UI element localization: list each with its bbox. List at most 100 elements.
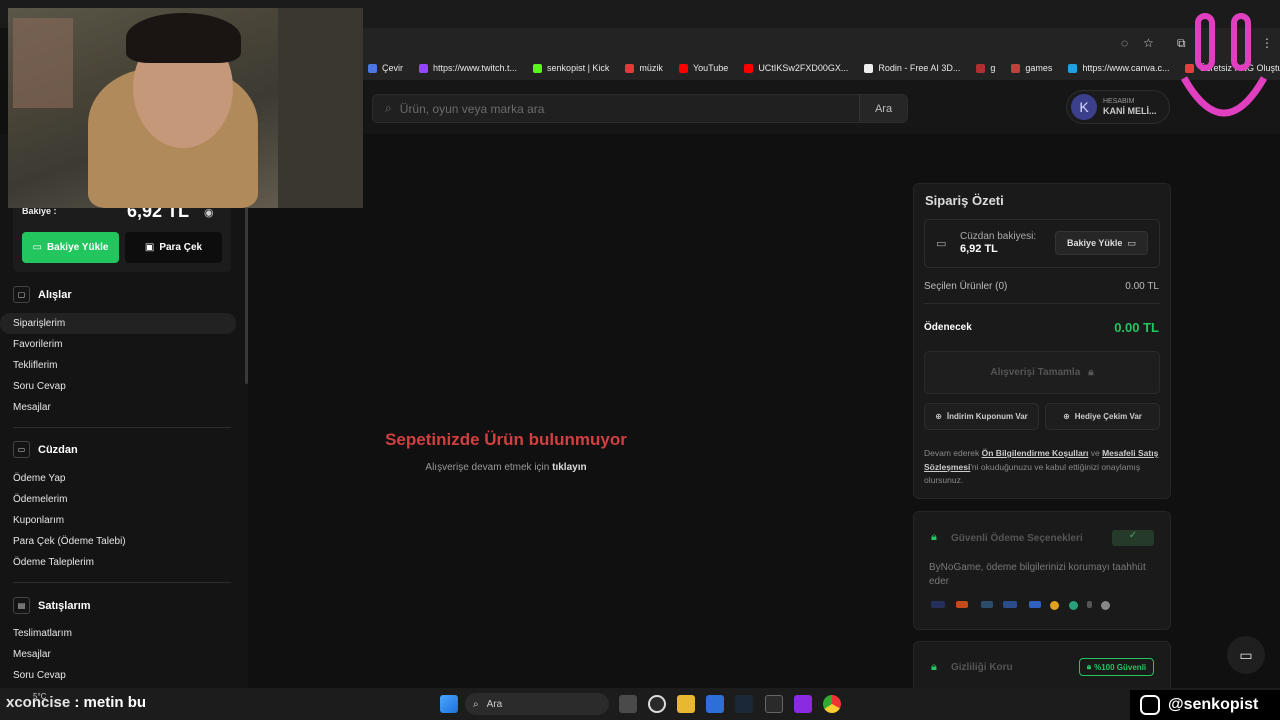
load-balance-label: Bakiye Yükle [46, 242, 109, 253]
due-value: 0.00 TL [1114, 320, 1159, 335]
bookmark-label: UCtIKSw2FXD00GX... [758, 63, 849, 73]
sidebar-item-sales-messages[interactable]: Mesajlar [0, 644, 236, 665]
app-icon[interactable] [794, 695, 812, 713]
bookmark-item[interactable]: UCtIKSw2FXD00GX... [736, 63, 856, 73]
cash-icon: ▣ [144, 242, 155, 253]
bookmark-item[interactable]: games [1003, 63, 1060, 73]
gift-button[interactable]: ⊕ Hediye Çekim Var [1045, 403, 1160, 430]
bookmark-label: senkopist | Kick [547, 63, 610, 73]
selected-items-label: Seçilen Ürünler (0) [924, 281, 1008, 292]
bookmark-icon [744, 63, 754, 73]
chat-icon: ▭ [1239, 646, 1253, 663]
sidebar-item-favorites[interactable]: Favorilerim [0, 334, 236, 355]
bookmarks-bar: Çevir https://www.twitch.t... senkopist | … [360, 56, 1280, 80]
bookmark-label: games [1025, 63, 1053, 73]
instagram-overlay: @senkopist [1130, 690, 1280, 720]
account-menu[interactable]: K HESABIM KANİ MELİ... [1066, 90, 1170, 124]
load-balance-button[interactable]: ▭ Bakiye Yükle [22, 232, 119, 263]
star-icon[interactable]: ☆ [1143, 36, 1154, 50]
bookmark-label: YouTube [692, 63, 729, 73]
coupon-button[interactable]: ⊕ İndirim Kuponum Var [924, 403, 1039, 430]
wallet-icon: ▭ [32, 242, 42, 253]
eye-off-icon[interactable]: ◌ [1121, 36, 1128, 50]
store-icon[interactable] [706, 695, 724, 713]
bookmark-item[interactable]: Rodin - Free AI 3D... [856, 63, 968, 73]
task-view-icon[interactable] [619, 695, 637, 713]
bookmark-item[interactable]: müzik [617, 63, 671, 73]
preliminary-info-link[interactable]: Ön Bilgilendirme Koşulları [982, 448, 1089, 458]
sidebar-item-offers[interactable]: Tekliflerim [0, 355, 236, 376]
divider [13, 582, 231, 583]
secure-text: ByNoGame, ödeme bilgilerinizi korumayı t… [929, 562, 1146, 587]
account-title: HESABIM [1103, 97, 1135, 105]
mastercard-icon [956, 601, 968, 608]
bookmark-icon [864, 63, 874, 73]
plus-icon: ⊕ [935, 412, 942, 421]
terms-part: ve [1088, 448, 1103, 458]
section-wallet: ▭ Cüzdan [13, 441, 78, 458]
bookmark-item[interactable]: senkopist | Kick [525, 63, 617, 73]
bookmark-icon [1068, 63, 1078, 73]
continue-shopping-link[interactable]: tıklayın [552, 462, 586, 473]
privacy-title: Gizliliği Koru [951, 662, 1013, 673]
app-icon[interactable] [648, 695, 666, 713]
chat-overlay: xconcise : metin bu [6, 694, 146, 711]
chrome-icon[interactable] [823, 695, 841, 713]
lock-icon: 🔒︎ [931, 661, 937, 673]
sidebar-item-payments[interactable]: Ödemelerim [0, 489, 236, 510]
wallet-balance-label: Cüzdan bakiyesi: [960, 231, 1037, 242]
secure-badge: 🔒︎ %100 Güvenli [1079, 658, 1154, 676]
divider [13, 427, 231, 428]
sidebar-item-payment-requests[interactable]: Ödeme Taleplerim [0, 552, 236, 573]
bookmark-label: g [990, 63, 996, 73]
bookmark-item[interactable]: https://www.canva.c... [1060, 63, 1177, 73]
coin-icon [1101, 601, 1110, 610]
summary-load-balance-label: Bakiye Yükle [1067, 238, 1123, 248]
bank-icon [1003, 601, 1017, 608]
section-title: Satışlarım [38, 599, 91, 612]
taskbar-search[interactable]: ⌕ Ara [465, 693, 609, 715]
withdraw-button[interactable]: ▣ Para Çek [125, 232, 222, 263]
summary-title: Sipariş Özeti [925, 193, 1004, 208]
bookmark-item[interactable]: YouTube [671, 63, 736, 73]
bookmark-label: Çevir [382, 63, 404, 73]
summary-load-balance-button[interactable]: Bakiye Yükle ▭ [1055, 231, 1148, 255]
lock-icon: 🔒︎ [1088, 367, 1094, 378]
chat-support-button[interactable]: ▭ [1227, 636, 1265, 674]
bookmark-item[interactable]: g [968, 63, 1003, 73]
sidebar-item-sales-qa[interactable]: Soru Cevap [0, 665, 236, 686]
bookmark-item[interactable]: https://www.twitch.t... [411, 63, 525, 73]
bookmark-icon [533, 63, 543, 73]
steam-icon[interactable] [735, 695, 753, 713]
store-icon: ▤ [13, 597, 30, 614]
checkout-button[interactable]: Alışverişi Tamamla 🔒︎ [924, 351, 1160, 394]
bag-icon: ▢ [13, 286, 30, 303]
epic-games-icon[interactable] [765, 695, 783, 713]
bookmark-item[interactable]: Çevir [360, 63, 411, 73]
tether-icon [1069, 601, 1078, 610]
withdraw-label: Para Çek [159, 242, 203, 253]
file-explorer-icon[interactable] [677, 695, 695, 713]
streamer-logo-icon [1180, 13, 1268, 117]
sidebar-item-qa[interactable]: Soru Cevap [0, 376, 236, 397]
sidebar-item-withdraw-request[interactable]: Para Çek (Ödeme Talebi) [0, 531, 236, 552]
plus-icon: ⊕ [1063, 412, 1070, 421]
sidebar-item-orders[interactable]: Siparişlerim [0, 313, 236, 334]
search-bar[interactable]: ⌕ Ürün, oyun veya marka ara Ara [372, 94, 908, 123]
search-icon: ⌕ [385, 101, 392, 115]
search-input[interactable]: Ürün, oyun veya marka ara [400, 102, 545, 116]
sidebar-item-pay[interactable]: Ödeme Yap [0, 468, 236, 489]
account-name: KANİ MELİ... [1103, 106, 1157, 117]
due-label: Ödenecek [924, 322, 972, 333]
search-button[interactable]: Ara [859, 95, 907, 122]
windows-start-icon[interactable] [440, 695, 458, 713]
sidebar-item-messages[interactable]: Mesajlar [0, 397, 236, 418]
empty-cart-title: Sepetinizde Ürün bulunmuyor [385, 430, 627, 449]
address-bar[interactable] [360, 28, 1280, 56]
checkout-label: Alışverişi Tamamla [990, 367, 1081, 378]
bookmark-icon [419, 63, 429, 73]
bitcoin-icon [1050, 601, 1059, 610]
avatar: K [1071, 94, 1097, 120]
sidebar-item-coupons[interactable]: Kuponlarım [0, 510, 236, 531]
sidebar-item-deliveries[interactable]: Teslimatlarım [0, 623, 236, 644]
